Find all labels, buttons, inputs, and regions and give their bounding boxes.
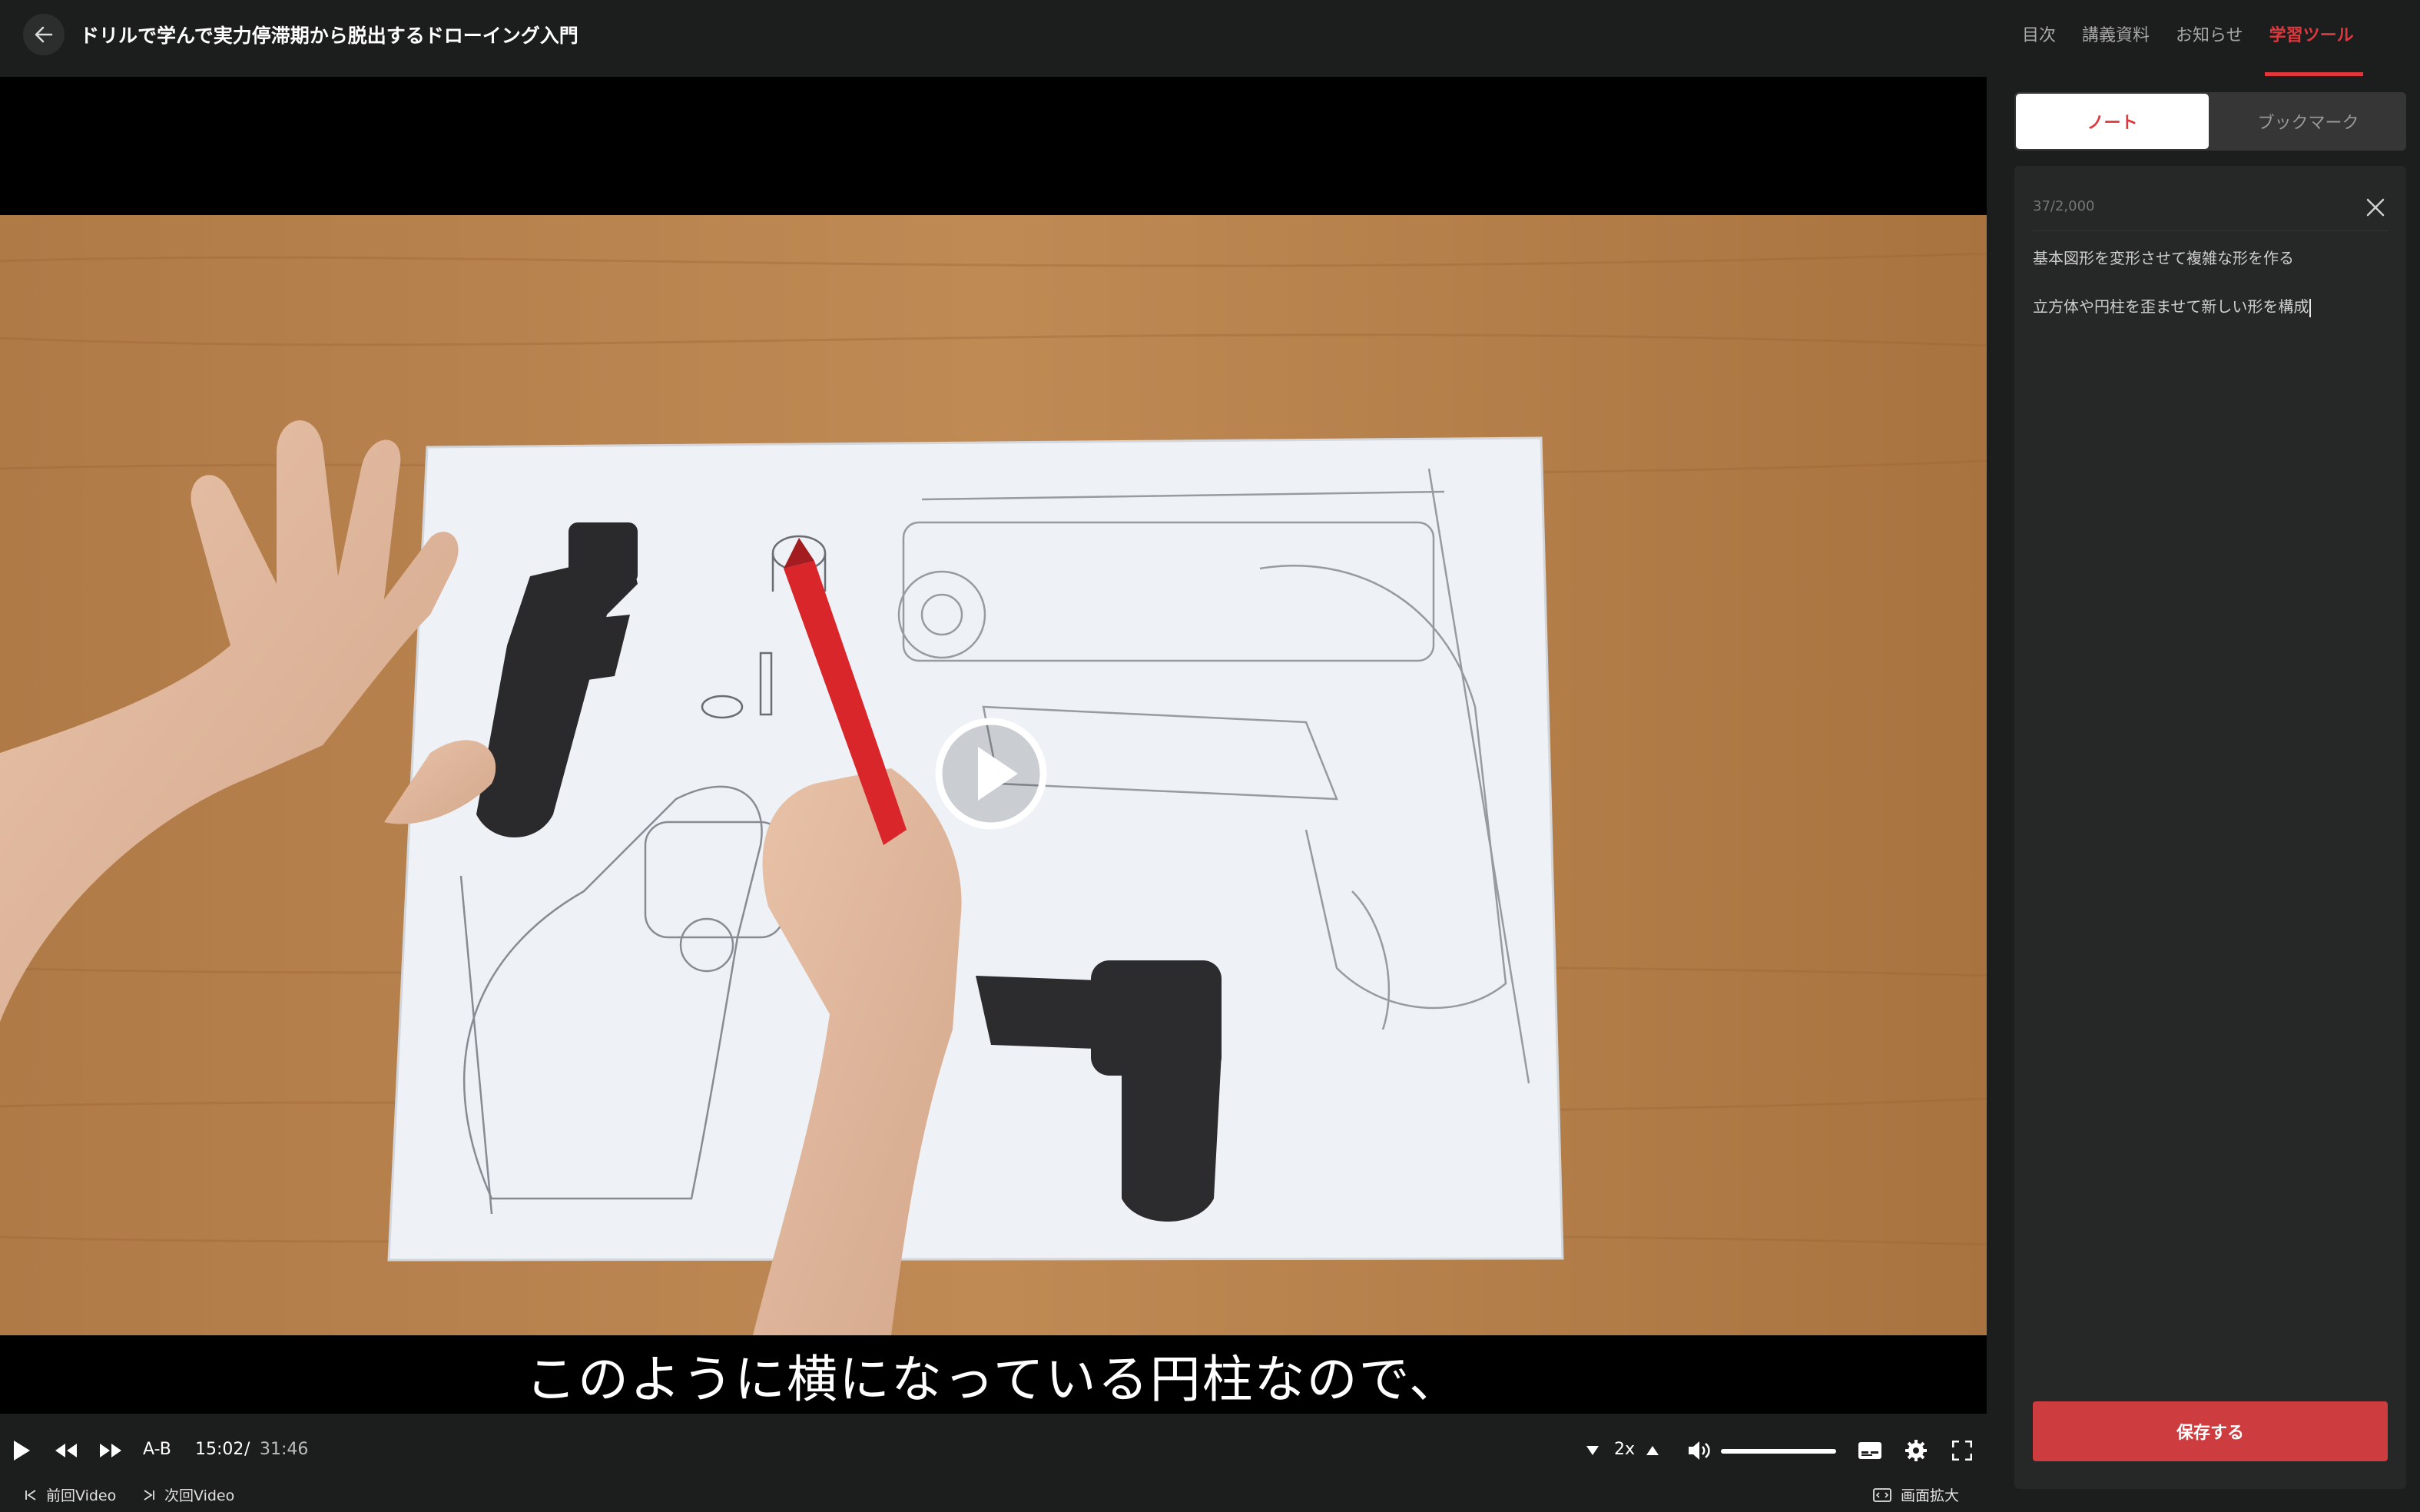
fast-forward-button[interactable] xyxy=(95,1434,126,1467)
expand-icon xyxy=(1873,1487,1891,1502)
side-panel: 目次 講義資料 お知らせ 学習ツール ノート ブックマーク 37/2,000 基… xyxy=(1987,0,2420,1512)
header: ドリルで学んで実力停滞期から脱出するドローイング入門 xyxy=(0,0,1987,77)
save-button[interactable]: 保存する xyxy=(2033,1401,2388,1461)
next-video-label: 次回Video xyxy=(164,1487,235,1504)
time-current: 15:02 xyxy=(195,1440,244,1459)
fullscreen-icon xyxy=(1952,1441,1972,1461)
playback-speed: 2x xyxy=(1614,1440,1636,1459)
subtitles-button[interactable] xyxy=(1855,1435,1885,1466)
play-icon xyxy=(14,1441,30,1461)
segment-bookmark[interactable]: ブックマーク xyxy=(2212,94,2405,149)
expand-screen-label: 画面拡大 xyxy=(1901,1487,1960,1504)
video-player[interactable]: このように横になっている円柱なので、 xyxy=(0,77,1987,1414)
speed-up-button[interactable] xyxy=(1643,1437,1663,1464)
time-total: 31:46 xyxy=(260,1440,309,1459)
tab-contents[interactable]: 目次 xyxy=(2017,0,2060,74)
rewind-button[interactable] xyxy=(51,1434,81,1467)
subtitle: このように横になっている円柱なので、 xyxy=(525,1350,1462,1409)
skip-previous-icon xyxy=(25,1489,36,1500)
next-video-button[interactable]: 次回Video xyxy=(143,1484,234,1505)
previous-video-label: 前回Video xyxy=(46,1487,117,1504)
fast-forward-icon xyxy=(100,1444,121,1457)
note-text-line[interactable]: 基本図形を変形させて複雑な形を作る xyxy=(2033,246,2294,268)
arrow-left-icon xyxy=(35,26,53,43)
tab-materials[interactable]: 講義資料 xyxy=(2077,0,2154,74)
play-circle-icon[interactable] xyxy=(933,716,1049,831)
course-title: ドリルで学んで実力停滞期から脱出するドローイング入門 xyxy=(80,25,578,47)
note-editor[interactable]: 37/2,000 基本図形を変形させて複雑な形を作る 立方体や円柱を歪ませて新し… xyxy=(2014,166,2406,1489)
character-count: 37/2,000 xyxy=(2033,198,2095,214)
close-button[interactable] xyxy=(2362,194,2389,221)
fullscreen-button[interactable] xyxy=(1947,1435,1977,1466)
text-caret xyxy=(2309,298,2312,317)
volume-icon xyxy=(1689,1441,1710,1460)
play-button[interactable] xyxy=(6,1434,37,1467)
skip-next-icon xyxy=(144,1489,154,1500)
note-text: 立方体や円柱を歪ませて新しい形を構成 xyxy=(2033,297,2309,316)
back-button[interactable] xyxy=(23,14,65,55)
divider xyxy=(2033,230,2388,231)
subtitles-icon xyxy=(1858,1442,1881,1459)
triangle-up-icon xyxy=(1646,1446,1659,1455)
rewind-icon xyxy=(55,1444,77,1457)
ab-repeat-button[interactable]: A-B xyxy=(143,1440,171,1459)
previous-video-button[interactable]: 前回Video xyxy=(25,1484,116,1505)
note-text-line[interactable]: 立方体や円柱を歪ませて新しい形を構成 xyxy=(2033,294,2312,317)
volume-fill xyxy=(1721,1449,1836,1454)
side-tabs: 目次 講義資料 お知らせ 学習ツール xyxy=(2017,0,2375,77)
volume-slider[interactable] xyxy=(1721,1449,1836,1454)
speed-down-button[interactable] xyxy=(1583,1437,1603,1464)
segment-note[interactable]: ノート xyxy=(2016,94,2209,149)
tab-learning-tools[interactable]: 学習ツール xyxy=(2264,0,2363,76)
triangle-down-icon xyxy=(1586,1446,1599,1455)
close-icon xyxy=(2366,198,2385,217)
time-separator: / xyxy=(244,1440,250,1459)
settings-button[interactable] xyxy=(1901,1435,1931,1466)
gear-icon xyxy=(1905,1440,1927,1461)
player-controls: A-B 15:02 / 31:46 2x 前回Video 次回Video 画面拡… xyxy=(0,1426,1987,1512)
expand-screen-button[interactable]: 画面拡大 xyxy=(1873,1484,1959,1505)
volume-button[interactable] xyxy=(1684,1435,1715,1466)
tab-notices[interactable]: お知らせ xyxy=(2171,0,2248,74)
note-bookmark-switch: ノート ブックマーク xyxy=(2014,92,2406,151)
